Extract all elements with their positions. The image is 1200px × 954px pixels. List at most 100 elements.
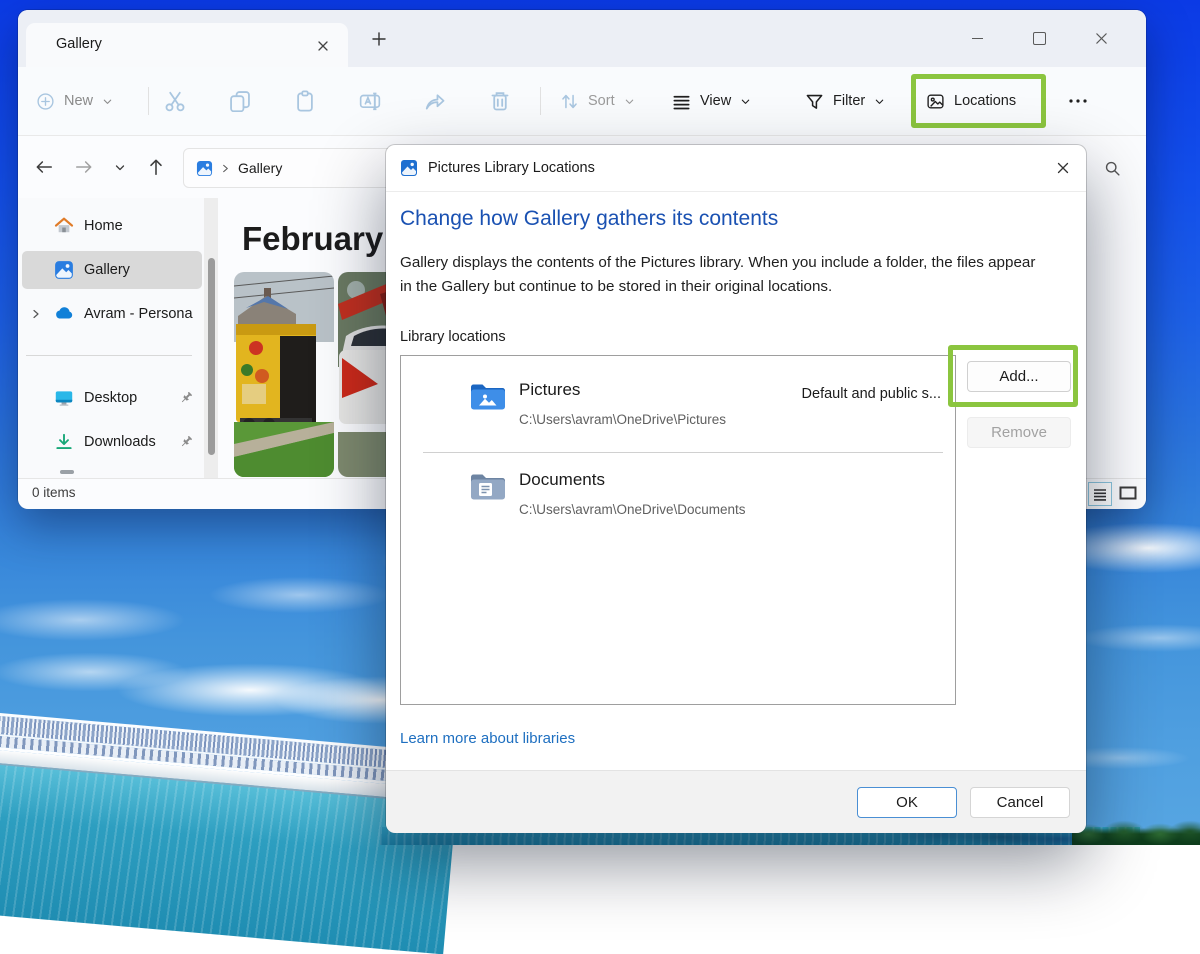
photo-thumbnail[interactable] <box>234 272 334 477</box>
chevron-down-icon <box>874 96 885 107</box>
dialog-close-icon[interactable] <box>1054 159 1072 177</box>
chevron-down-icon <box>740 96 751 107</box>
tab-gallery[interactable]: Gallery <box>26 23 348 67</box>
share-icon <box>424 90 446 112</box>
sidebar-item-desktop[interactable]: Desktop <box>22 379 202 417</box>
close-icon[interactable] <box>1070 19 1132 59</box>
ok-button[interactable]: OK <box>857 787 957 818</box>
view-list-icon <box>672 92 691 111</box>
filter-label: Filter <box>833 93 865 109</box>
recent-locations-chevron-icon[interactable] <box>114 162 134 182</box>
search-magnifier-icon[interactable] <box>1104 160 1121 177</box>
sidebar-item-gallery[interactable]: Gallery <box>22 251 202 289</box>
rename-button[interactable] <box>359 67 381 135</box>
up-arrow-icon[interactable] <box>146 157 166 177</box>
paste-button[interactable] <box>294 67 316 135</box>
delete-button[interactable] <box>489 67 511 135</box>
folder-documents-icon <box>469 470 507 502</box>
cut-scissors-icon <box>164 90 186 112</box>
desktop-monitor-icon <box>54 388 74 408</box>
list-item-documents[interactable]: Documents C:\Users\avram\OneDrive\Docume… <box>401 452 955 538</box>
sidebar-item-label: Downloads <box>84 434 156 450</box>
maximize-icon[interactable] <box>1008 19 1070 59</box>
sidebar-item-partial <box>60 470 74 474</box>
delete-trash-icon <box>489 90 511 112</box>
new-circle-plus-icon <box>36 92 55 111</box>
cancel-button[interactable]: Cancel <box>970 787 1070 818</box>
new-tab-icon[interactable] <box>370 30 388 48</box>
location-note: Default and public s... <box>802 386 941 402</box>
gallery-photo-icon <box>400 159 418 177</box>
sidebar-separator <box>26 355 192 356</box>
copy-icon <box>229 90 251 112</box>
pin-icon <box>178 390 194 406</box>
downloads-arrow-icon <box>54 432 74 452</box>
sidebar: Home Gallery Avram - Persona Desktop <box>18 198 204 478</box>
library-locations-label: Library locations <box>400 329 506 345</box>
wallpaper-trees <box>1072 820 1200 845</box>
new-button[interactable]: New <box>36 67 113 135</box>
pictures-library-locations-dialog: Pictures Library Locations Change how Ga… <box>386 145 1086 832</box>
filter-button[interactable]: Filter <box>805 67 885 135</box>
minimize-icon[interactable] <box>946 19 1008 59</box>
remove-button[interactable]: Remove <box>967 417 1071 448</box>
dialog-description: Gallery displays the contents of the Pic… <box>400 251 1040 298</box>
copy-button[interactable] <box>229 67 251 135</box>
tab-strip: Gallery <box>18 10 1146 67</box>
home-icon <box>54 216 74 236</box>
sidebar-item-label: Home <box>84 218 123 234</box>
location-name: Documents <box>519 470 605 490</box>
view-label: View <box>700 93 731 109</box>
filter-funnel-icon <box>805 92 824 111</box>
location-path: C:\Users\avram\OneDrive\Pictures <box>519 412 726 427</box>
sidebar-item-downloads[interactable]: Downloads <box>22 423 202 461</box>
breadcrumb-chevron-icon <box>221 163 230 174</box>
items-count: 0 items <box>32 485 76 500</box>
tab-close-icon[interactable] <box>314 37 332 55</box>
learn-more-link[interactable]: Learn more about libraries <box>400 730 575 747</box>
folder-pictures-icon <box>469 380 507 412</box>
annotation-box-add <box>948 345 1078 407</box>
page: { "explorer": { "tab_title": "Gallery", … <box>0 0 1200 845</box>
library-locations-list: Pictures Default and public s... C:\User… <box>400 355 956 705</box>
sidebar-item-home[interactable]: Home <box>22 207 202 245</box>
tab-title: Gallery <box>56 36 102 52</box>
sidebar-item-label: Avram - Persona <box>84 306 193 322</box>
forward-arrow-icon[interactable] <box>74 157 94 177</box>
sort-label: Sort <box>588 93 615 109</box>
breadcrumb-gallery[interactable]: Gallery <box>238 160 282 176</box>
sort-button[interactable]: Sort <box>560 67 635 135</box>
gallery-photo-icon <box>54 260 74 280</box>
sidebar-item-onedrive[interactable]: Avram - Persona <box>22 295 202 333</box>
share-button[interactable] <box>424 67 446 135</box>
more-options-button[interactable] <box>1068 67 1088 135</box>
rename-icon <box>359 90 381 112</box>
dialog-title: Pictures Library Locations <box>428 160 1044 176</box>
annotation-box-locations <box>911 74 1046 128</box>
onedrive-cloud-icon <box>54 304 74 324</box>
pin-icon <box>178 434 194 450</box>
sort-arrows-icon <box>560 92 579 111</box>
dialog-heading: Change how Gallery gathers its contents <box>400 207 778 231</box>
cut-button[interactable] <box>164 67 186 135</box>
sidebar-item-label: Gallery <box>84 262 130 278</box>
location-path: C:\Users\avram\OneDrive\Documents <box>519 502 746 517</box>
view-button[interactable]: View <box>672 67 751 135</box>
details-view-toggle-icon[interactable] <box>1088 482 1112 506</box>
dialog-title-bar: Pictures Library Locations <box>386 145 1086 192</box>
sidebar-item-label: Desktop <box>84 390 137 406</box>
dialog-footer: OK Cancel <box>386 770 1086 833</box>
more-options-ellipsis-icon <box>1068 98 1088 104</box>
gallery-photo-icon <box>196 160 213 177</box>
new-label: New <box>64 93 93 109</box>
back-arrow-icon[interactable] <box>34 157 54 177</box>
sidebar-scrollbar-thumb[interactable] <box>208 258 215 455</box>
list-item-pictures[interactable]: Pictures Default and public s... C:\User… <box>401 362 955 448</box>
chevron-down-icon <box>624 96 635 107</box>
chevron-down-icon <box>102 96 113 107</box>
location-name: Pictures <box>519 380 580 400</box>
expand-chevron-icon[interactable] <box>30 308 42 320</box>
window-controls <box>946 10 1132 67</box>
paste-clipboard-icon <box>294 90 316 112</box>
thumbnail-view-toggle-icon[interactable] <box>1118 484 1138 501</box>
